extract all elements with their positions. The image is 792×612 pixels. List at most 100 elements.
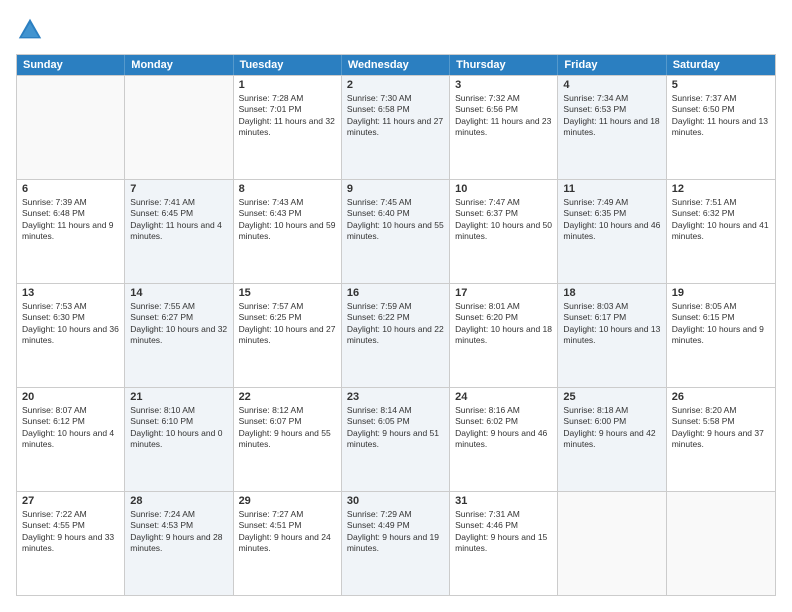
header-cell-saturday: Saturday <box>667 55 775 75</box>
calendar-cell: 31Sunrise: 7:31 AM Sunset: 4:46 PM Dayli… <box>450 492 558 595</box>
cell-details: Sunrise: 7:49 AM Sunset: 6:35 PM Dayligh… <box>563 197 660 243</box>
day-number: 6 <box>22 183 119 195</box>
calendar-cell: 25 Sunrise: 8:18 AM Sunset: 6:00 PM Dayli… <box>558 388 666 491</box>
header <box>16 16 776 44</box>
calendar-header-row: SundayMondayTuesdayWednesdayThursdayFrid… <box>17 55 775 75</box>
calendar-cell: 7Sunrise: 7:41 AM Sunset: 6:45 PM Daylig… <box>125 180 233 283</box>
calendar-cell: 24 Sunrise: 8:16 AM Sunset: 6:02 PM Dayli… <box>450 388 558 491</box>
cell-details: Sunrise: 8:16 AM Sunset: 6:02 PM Dayligh… <box>455 405 552 451</box>
cell-details: Sunrise: 7:51 AM Sunset: 6:32 PM Dayligh… <box>672 197 770 243</box>
calendar-row-1: 6 Sunrise: 7:39 AM Sunset: 6:48 PM Daylig… <box>17 179 775 283</box>
calendar-cell: 29 Sunrise: 7:27 AM Sunset: 4:51 PM Dayli… <box>234 492 342 595</box>
calendar-cell <box>125 76 233 179</box>
day-number: 9 <box>347 183 444 195</box>
day-number: 21 <box>130 391 227 403</box>
cell-details: Sunrise: 7:45 AM Sunset: 6:40 PM Dayligh… <box>347 197 444 243</box>
cell-details: Sunrise: 7:55 AM Sunset: 6:27 PM Dayligh… <box>130 301 227 347</box>
page: SundayMondayTuesdayWednesdayThursdayFrid… <box>0 0 792 612</box>
day-number: 19 <box>672 287 770 299</box>
calendar-cell: 14 Sunrise: 7:55 AM Sunset: 6:27 PM Dayli… <box>125 284 233 387</box>
day-number: 15 <box>239 287 336 299</box>
calendar-cell: 5 Sunrise: 7:37 AM Sunset: 6:50 PM Daylig… <box>667 76 775 179</box>
cell-details: Sunrise: 8:10 AM Sunset: 6:10 PM Dayligh… <box>130 405 227 451</box>
header-cell-friday: Friday <box>558 55 666 75</box>
cell-details: Sunrise: 7:37 AM Sunset: 6:50 PM Dayligh… <box>672 93 770 139</box>
header-cell-tuesday: Tuesday <box>234 55 342 75</box>
cell-details: Sunrise: 7:47 AM Sunset: 6:37 PM Dayligh… <box>455 197 552 243</box>
calendar-cell: 23 Sunrise: 8:14 AM Sunset: 6:05 PM Dayli… <box>342 388 450 491</box>
calendar-cell: 20 Sunrise: 8:07 AM Sunset: 6:12 PM Dayli… <box>17 388 125 491</box>
calendar-cell: 15 Sunrise: 7:57 AM Sunset: 6:25 PM Dayli… <box>234 284 342 387</box>
day-number: 5 <box>672 79 770 91</box>
calendar-cell: 27 Sunrise: 7:22 AM Sunset: 4:55 PM Dayli… <box>17 492 125 595</box>
day-number: 16 <box>347 287 444 299</box>
cell-details: Sunrise: 7:24 AM Sunset: 4:53 PM Dayligh… <box>130 509 227 555</box>
cell-details: Sunrise: 7:22 AM Sunset: 4:55 PM Dayligh… <box>22 509 119 555</box>
cell-details: Sunrise: 7:57 AM Sunset: 6:25 PM Dayligh… <box>239 301 336 347</box>
calendar-cell: 3Sunrise: 7:32 AM Sunset: 6:56 PM Daylig… <box>450 76 558 179</box>
cell-details: Sunrise: 8:18 AM Sunset: 6:00 PM Dayligh… <box>563 405 660 451</box>
calendar-cell: 13 Sunrise: 7:53 AM Sunset: 6:30 PM Dayli… <box>17 284 125 387</box>
calendar-cell: 16 Sunrise: 7:59 AM Sunset: 6:22 PM Dayli… <box>342 284 450 387</box>
calendar-cell: 21 Sunrise: 8:10 AM Sunset: 6:10 PM Dayli… <box>125 388 233 491</box>
calendar-cell: 12 Sunrise: 7:51 AM Sunset: 6:32 PM Dayli… <box>667 180 775 283</box>
cell-details: Sunrise: 7:32 AM Sunset: 6:56 PM Dayligh… <box>455 93 552 139</box>
calendar-cell <box>558 492 666 595</box>
calendar-cell: 1 Sunrise: 7:28 AM Sunset: 7:01 PM Daylig… <box>234 76 342 179</box>
day-number: 13 <box>22 287 119 299</box>
cell-details: Sunrise: 7:34 AM Sunset: 6:53 PM Dayligh… <box>563 93 660 139</box>
day-number: 11 <box>563 183 660 195</box>
calendar-row-4: 27 Sunrise: 7:22 AM Sunset: 4:55 PM Dayli… <box>17 491 775 595</box>
calendar-cell: 2 Sunrise: 7:30 AM Sunset: 6:58 PM Daylig… <box>342 76 450 179</box>
day-number: 20 <box>22 391 119 403</box>
day-number: 28 <box>130 495 227 507</box>
calendar-cell: 19 Sunrise: 8:05 AM Sunset: 6:15 PM Dayli… <box>667 284 775 387</box>
cell-details: Sunrise: 7:59 AM Sunset: 6:22 PM Dayligh… <box>347 301 444 347</box>
cell-details: Sunrise: 7:39 AM Sunset: 6:48 PM Dayligh… <box>22 197 119 243</box>
day-number: 24 <box>455 391 552 403</box>
cell-details: Sunrise: 7:53 AM Sunset: 6:30 PM Dayligh… <box>22 301 119 347</box>
calendar-cell: 9 Sunrise: 7:45 AM Sunset: 6:40 PM Daylig… <box>342 180 450 283</box>
logo-icon <box>16 16 44 44</box>
cell-details: Sunrise: 7:27 AM Sunset: 4:51 PM Dayligh… <box>239 509 336 555</box>
calendar-cell: 8Sunrise: 7:43 AM Sunset: 6:43 PM Daylig… <box>234 180 342 283</box>
calendar-body: 1 Sunrise: 7:28 AM Sunset: 7:01 PM Daylig… <box>17 75 775 595</box>
calendar-cell: 17Sunrise: 8:01 AM Sunset: 6:20 PM Dayli… <box>450 284 558 387</box>
calendar-cell: 6 Sunrise: 7:39 AM Sunset: 6:48 PM Daylig… <box>17 180 125 283</box>
day-number: 30 <box>347 495 444 507</box>
calendar: SundayMondayTuesdayWednesdayThursdayFrid… <box>16 54 776 596</box>
cell-details: Sunrise: 8:14 AM Sunset: 6:05 PM Dayligh… <box>347 405 444 451</box>
day-number: 29 <box>239 495 336 507</box>
cell-details: Sunrise: 8:03 AM Sunset: 6:17 PM Dayligh… <box>563 301 660 347</box>
calendar-row-0: 1 Sunrise: 7:28 AM Sunset: 7:01 PM Daylig… <box>17 75 775 179</box>
cell-details: Sunrise: 7:41 AM Sunset: 6:45 PM Dayligh… <box>130 197 227 243</box>
day-number: 18 <box>563 287 660 299</box>
calendar-cell: 18 Sunrise: 8:03 AM Sunset: 6:17 PM Dayli… <box>558 284 666 387</box>
calendar-cell: 11 Sunrise: 7:49 AM Sunset: 6:35 PM Dayli… <box>558 180 666 283</box>
header-cell-wednesday: Wednesday <box>342 55 450 75</box>
day-number: 27 <box>22 495 119 507</box>
calendar-row-2: 13 Sunrise: 7:53 AM Sunset: 6:30 PM Dayli… <box>17 283 775 387</box>
cell-details: Sunrise: 7:28 AM Sunset: 7:01 PM Dayligh… <box>239 93 336 139</box>
calendar-cell: 10Sunrise: 7:47 AM Sunset: 6:37 PM Dayli… <box>450 180 558 283</box>
day-number: 12 <box>672 183 770 195</box>
cell-details: Sunrise: 7:29 AM Sunset: 4:49 PM Dayligh… <box>347 509 444 555</box>
cell-details: Sunrise: 8:12 AM Sunset: 6:07 PM Dayligh… <box>239 405 336 451</box>
calendar-cell: 26Sunrise: 8:20 AM Sunset: 5:58 PM Dayli… <box>667 388 775 491</box>
day-number: 8 <box>239 183 336 195</box>
day-number: 23 <box>347 391 444 403</box>
day-number: 31 <box>455 495 552 507</box>
day-number: 2 <box>347 79 444 91</box>
cell-details: Sunrise: 8:07 AM Sunset: 6:12 PM Dayligh… <box>22 405 119 451</box>
cell-details: Sunrise: 8:05 AM Sunset: 6:15 PM Dayligh… <box>672 301 770 347</box>
header-cell-monday: Monday <box>125 55 233 75</box>
calendar-cell <box>667 492 775 595</box>
header-cell-thursday: Thursday <box>450 55 558 75</box>
cell-details: Sunrise: 8:20 AM Sunset: 5:58 PM Dayligh… <box>672 405 770 451</box>
cell-details: Sunrise: 7:30 AM Sunset: 6:58 PM Dayligh… <box>347 93 444 139</box>
day-number: 17 <box>455 287 552 299</box>
day-number: 14 <box>130 287 227 299</box>
day-number: 25 <box>563 391 660 403</box>
day-number: 1 <box>239 79 336 91</box>
calendar-cell: 28 Sunrise: 7:24 AM Sunset: 4:53 PM Dayli… <box>125 492 233 595</box>
